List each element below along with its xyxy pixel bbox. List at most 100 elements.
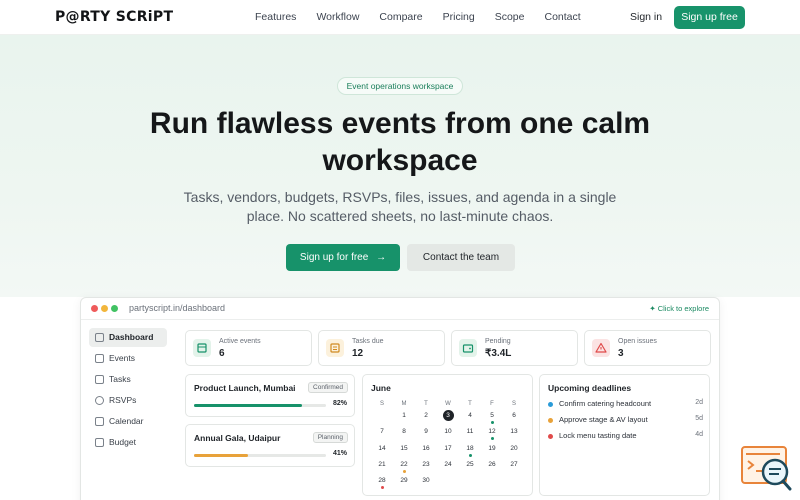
calendar-icon (193, 339, 211, 357)
weekday-label: T (468, 401, 472, 407)
event-marker-dot (490, 421, 494, 424)
help-chat-widget[interactable] (740, 445, 792, 493)
sidebar-item-dashboard[interactable]: Dashboard (89, 328, 167, 347)
calendar-day-today[interactable]: 3 (442, 410, 454, 421)
wallet-icon (459, 339, 477, 357)
calendar-day[interactable]: 19 (485, 443, 499, 454)
sidebar-item-budget[interactable]: Budget (89, 433, 167, 452)
project-card-product-launch[interactable]: Product Launch, Mumbai Confirmed 82% (185, 374, 355, 417)
status-dot (548, 402, 553, 407)
deadline-due: 5d (695, 415, 703, 422)
status-badge: Confirmed (308, 382, 348, 393)
nav-link-contact[interactable]: Contact (545, 11, 581, 23)
nav-links: Features Workflow Compare Pricing Scope … (255, 11, 601, 23)
calendar-day[interactable]: 17 (441, 443, 455, 454)
event-marker-dot (380, 486, 384, 490)
weekday-label: T (424, 401, 428, 407)
stat-card-open-issues[interactable]: Open issues 3 (584, 330, 711, 366)
calendar-day[interactable]: 12 (485, 426, 499, 437)
sidebar-item-calendar[interactable]: Calendar (89, 412, 167, 431)
sign-up-button[interactable]: Sign up free (674, 6, 745, 29)
stat-card-pending[interactable]: Pending ₹3.4L (451, 330, 578, 366)
calendar-day[interactable]: 25 (463, 459, 477, 470)
hero-headline: Run flawless events from one calm worksp… (149, 107, 651, 177)
sparkle-icon: ✦ (649, 304, 658, 313)
progress-bar-fill (194, 404, 303, 407)
hero-subheadline: Tasks, vendors, budgets, RSVPs, files, i… (183, 189, 617, 224)
calendar-day[interactable]: 27 (507, 459, 521, 470)
deadline-item[interactable]: Approve stage & AV layout 5d (548, 415, 703, 427)
sidebar-item-label: Calendar (109, 416, 144, 426)
progress-percent: 41% (332, 450, 347, 457)
calendar-month: June (371, 383, 391, 393)
calendar-day[interactable]: 22 (397, 459, 411, 470)
weekday-label: S (511, 401, 516, 407)
sidebar-item-events[interactable]: Events (89, 349, 167, 368)
stat-card-active-events[interactable]: Active events 6 (185, 330, 312, 366)
calendar-day[interactable]: 21 (375, 459, 389, 470)
deadline-item[interactable]: Lock menu tasting date 4d (548, 431, 703, 443)
calendar-day[interactable]: 18 (463, 443, 477, 454)
contact-team-button[interactable]: Contact the team (407, 244, 515, 271)
arrow-right-icon: → (376, 252, 387, 263)
nav-link-scope[interactable]: Scope (495, 11, 525, 23)
nav-link-features[interactable]: Features (255, 11, 296, 23)
status-dot (548, 434, 553, 439)
calendar-day[interactable]: 15 (397, 443, 411, 454)
stat-label: Tasks due (352, 338, 384, 345)
calendar-day[interactable]: 14 (375, 443, 389, 454)
calendar-day[interactable]: 28 (375, 475, 389, 486)
calendar-day[interactable]: 10 (441, 426, 455, 437)
weekday-label: S (379, 401, 384, 407)
stat-label: Open issues (618, 338, 657, 345)
event-marker-dot (402, 469, 406, 473)
calendar-day[interactable]: 6 (507, 410, 521, 421)
dashboard-preview-window: partyscript.in/dashboard ✦ Click to expl… (80, 297, 720, 500)
calendar-day[interactable]: 26 (485, 459, 499, 470)
calendar-day[interactable]: 29 (397, 475, 411, 486)
calendar-day[interactable]: 23 (419, 459, 433, 470)
calendar-day[interactable]: 24 (441, 459, 455, 470)
sidebar-item-label: RSVPs (109, 395, 137, 405)
event-marker-dot (490, 437, 494, 441)
calendar-day[interactable]: 7 (375, 426, 389, 437)
calendar-day[interactable]: 16 (419, 443, 433, 454)
calendar-day[interactable]: 30 (419, 475, 433, 486)
deadline-item[interactable]: Confirm catering headcount 2d (548, 399, 703, 411)
weekday-label: M (401, 401, 407, 407)
nav-link-workflow[interactable]: Workflow (316, 11, 359, 23)
stat-card-tasks-due[interactable]: Tasks due 12 (318, 330, 445, 366)
project-card-annual-gala[interactable]: Annual Gala, Udaipur Planning 41% (185, 424, 355, 467)
sidebar-item-rsvps[interactable]: RSVPs (89, 391, 167, 410)
calendar-day[interactable]: 20 (507, 443, 521, 454)
explore-label: Click to explore (657, 304, 709, 313)
calendar-day[interactable]: 5 (485, 410, 499, 421)
deadline-text: Confirm catering headcount (559, 399, 652, 408)
checkbox-icon (95, 375, 104, 384)
brand-logo[interactable]: P@RTY SCRiPT (55, 9, 173, 25)
sidebar-item-tasks[interactable]: Tasks (89, 370, 167, 389)
project-title: Annual Gala, Udaipur (194, 433, 281, 443)
sign-in-link[interactable]: Sign in (630, 11, 662, 23)
nav-link-compare[interactable]: Compare (379, 11, 422, 23)
calendar-icon (95, 417, 104, 426)
sidebar-item-label: Budget (109, 437, 136, 447)
calendar-day[interactable]: 1 (397, 410, 411, 421)
stat-value: 6 (219, 348, 225, 359)
wallet-icon (95, 438, 104, 447)
calendar-day[interactable]: 13 (507, 426, 521, 437)
sign-up-free-label: Sign up for free (299, 252, 369, 263)
stat-label: Active events (219, 338, 261, 345)
status-dot (548, 418, 553, 423)
calendar-day[interactable]: 11 (463, 426, 477, 437)
click-to-explore-link[interactable]: ✦ Click to explore (649, 304, 709, 313)
window-url: partyscript.in/dashboard (129, 303, 226, 313)
upcoming-deadlines-panel: Upcoming deadlines Confirm catering head… (539, 374, 710, 496)
nav-link-pricing[interactable]: Pricing (443, 11, 475, 23)
calendar-day[interactable]: 8 (397, 426, 411, 437)
weekday-label: F (490, 401, 494, 407)
sign-up-free-button[interactable]: Sign up for free → (286, 244, 400, 271)
calendar-day[interactable]: 9 (419, 426, 433, 437)
calendar-day[interactable]: 2 (419, 410, 433, 421)
calendar-day[interactable]: 4 (463, 410, 477, 421)
